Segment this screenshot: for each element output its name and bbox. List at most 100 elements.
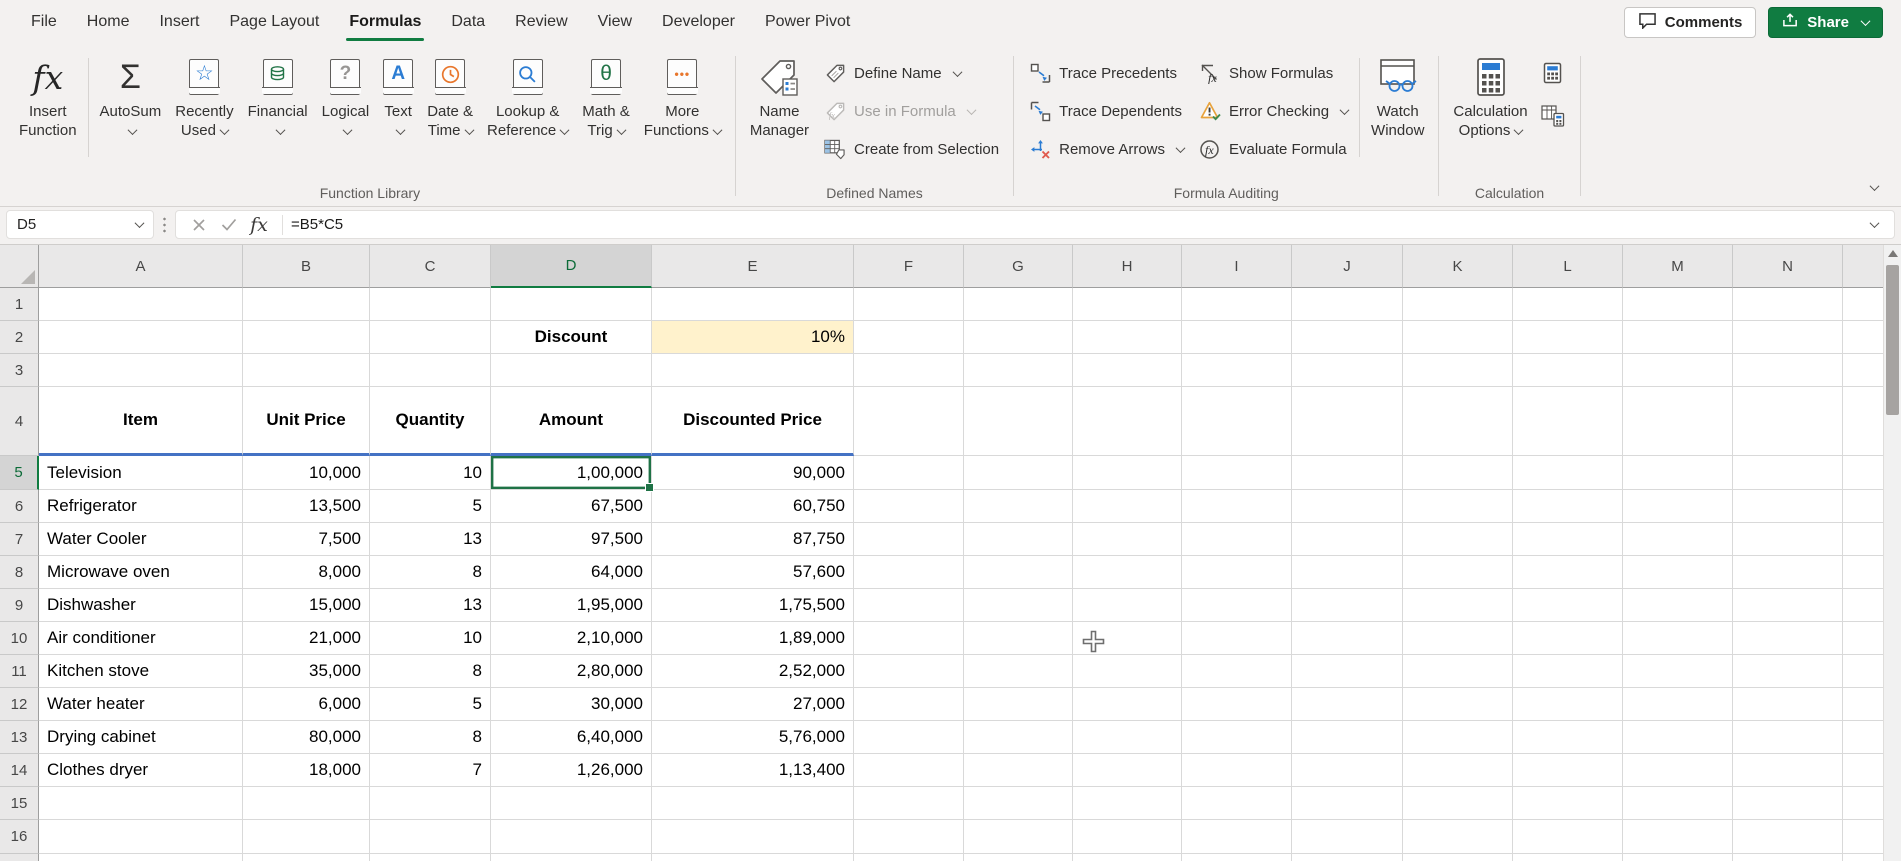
cell-D4[interactable]: Amount (491, 387, 652, 456)
cell-L6[interactable] (1513, 490, 1623, 523)
cell-I15[interactable] (1182, 787, 1292, 820)
tab-formulas[interactable]: Formulas (334, 0, 436, 44)
cell-D16[interactable] (491, 820, 652, 854)
tab-data[interactable]: Data (436, 0, 500, 44)
cell-L17[interactable] (1513, 854, 1623, 861)
cell-B15[interactable] (243, 787, 370, 820)
cell-J2[interactable] (1292, 321, 1403, 354)
cell-A10[interactable]: Air conditioner (39, 622, 243, 655)
cell-I17[interactable] (1182, 854, 1292, 861)
cell-F16[interactable] (854, 820, 964, 854)
cell-K2[interactable] (1403, 321, 1513, 354)
cell-D8[interactable]: 64,000 (491, 556, 652, 589)
cell-B13[interactable]: 80,000 (243, 721, 370, 754)
cell-A2[interactable] (39, 321, 243, 354)
col-header-J[interactable]: J (1292, 245, 1403, 288)
cell-A12[interactable]: Water heater (39, 688, 243, 721)
cell-C4[interactable]: Quantity (370, 387, 491, 456)
cell-I13[interactable] (1182, 721, 1292, 754)
cell-I8[interactable] (1182, 556, 1292, 589)
cell-C12[interactable]: 5 (370, 688, 491, 721)
error-checking-button[interactable]: Error Checking (1191, 92, 1355, 130)
cell-N17[interactable] (1733, 854, 1843, 861)
col-header-H[interactable]: H (1073, 245, 1182, 288)
cell-E8[interactable]: 57,600 (652, 556, 854, 589)
cell-N16[interactable] (1733, 820, 1843, 854)
cell-B3[interactable] (243, 354, 370, 387)
cell-J17[interactable] (1292, 854, 1403, 861)
cell-N11[interactable] (1733, 655, 1843, 688)
cell-H5[interactable] (1073, 456, 1182, 490)
cell-A8[interactable]: Microwave oven (39, 556, 243, 589)
calculate-now-button[interactable] (1539, 60, 1567, 91)
comments-button[interactable]: Comments (1624, 7, 1757, 38)
cell-J8[interactable] (1292, 556, 1403, 589)
row-header-7[interactable]: 7 (0, 523, 39, 556)
cell-G4[interactable] (964, 387, 1073, 456)
lookup-reference-button[interactable]: Lookup &Reference (480, 48, 575, 183)
cell-F17[interactable] (854, 854, 964, 861)
cell-C2[interactable] (370, 321, 491, 354)
cell-B10[interactable]: 21,000 (243, 622, 370, 655)
cell-N7[interactable] (1733, 523, 1843, 556)
cell-J16[interactable] (1292, 820, 1403, 854)
row-header-15[interactable]: 15 (0, 787, 39, 820)
enter-check-icon[interactable] (214, 211, 244, 238)
cell-I4[interactable] (1182, 387, 1292, 456)
cell-B6[interactable]: 13,500 (243, 490, 370, 523)
cell-F11[interactable] (854, 655, 964, 688)
cell-H14[interactable] (1073, 754, 1182, 787)
cell-E6[interactable]: 60,750 (652, 490, 854, 523)
cell-B9[interactable]: 15,000 (243, 589, 370, 622)
cell-K4[interactable] (1403, 387, 1513, 456)
cell-F4[interactable] (854, 387, 964, 456)
cell-G14[interactable] (964, 754, 1073, 787)
date-time-button[interactable]: Date &Time (420, 48, 480, 183)
cell-M2[interactable] (1623, 321, 1733, 354)
cell-I12[interactable] (1182, 688, 1292, 721)
cell-C10[interactable]: 10 (370, 622, 491, 655)
col-header-C[interactable]: C (370, 245, 491, 288)
logical-button[interactable]: ?Logical (315, 48, 377, 183)
cell-J9[interactable] (1292, 589, 1403, 622)
cell-D11[interactable]: 2,80,000 (491, 655, 652, 688)
col-header-L[interactable]: L (1513, 245, 1623, 288)
evaluate-formula-button[interactable]: fxEvaluate Formula (1191, 130, 1355, 168)
cell-F8[interactable] (854, 556, 964, 589)
cell-M3[interactable] (1623, 354, 1733, 387)
cell-M9[interactable] (1623, 589, 1733, 622)
cell-G12[interactable] (964, 688, 1073, 721)
create-from-selection-button[interactable]: Create from Selection (816, 130, 1006, 168)
cell-C6[interactable]: 5 (370, 490, 491, 523)
tab-view[interactable]: View (583, 0, 647, 44)
cell-D5[interactable]: 1,00,000 (491, 456, 652, 490)
row-header-13[interactable]: 13 (0, 721, 39, 754)
cell-J10[interactable] (1292, 622, 1403, 655)
cell-M14[interactable] (1623, 754, 1733, 787)
cell-A14[interactable]: Clothes dryer (39, 754, 243, 787)
row-header-4[interactable]: 4 (0, 387, 39, 456)
cell-A9[interactable]: Dishwasher (39, 589, 243, 622)
show-formulas-button[interactable]: fxShow Formulas (1191, 54, 1355, 92)
cell-D6[interactable]: 67,500 (491, 490, 652, 523)
cell-I14[interactable] (1182, 754, 1292, 787)
col-header-K[interactable]: K (1403, 245, 1513, 288)
cell-I1[interactable] (1182, 288, 1292, 321)
cell-J4[interactable] (1292, 387, 1403, 456)
scroll-up-arrow-icon[interactable] (1884, 245, 1901, 262)
cell-H3[interactable] (1073, 354, 1182, 387)
autosum-button[interactable]: ΣAutoSum (93, 48, 169, 183)
cell-K3[interactable] (1403, 354, 1513, 387)
cell-E13[interactable]: 5,76,000 (652, 721, 854, 754)
cell-I6[interactable] (1182, 490, 1292, 523)
cell-A16[interactable] (39, 820, 243, 854)
cell-L9[interactable] (1513, 589, 1623, 622)
cell-C7[interactable]: 13 (370, 523, 491, 556)
cell-G17[interactable] (964, 854, 1073, 861)
cell-N10[interactable] (1733, 622, 1843, 655)
cell-F13[interactable] (854, 721, 964, 754)
cell-N15[interactable] (1733, 787, 1843, 820)
col-header-G[interactable]: G (964, 245, 1073, 288)
cell-F1[interactable] (854, 288, 964, 321)
cell-C17[interactable] (370, 854, 491, 861)
